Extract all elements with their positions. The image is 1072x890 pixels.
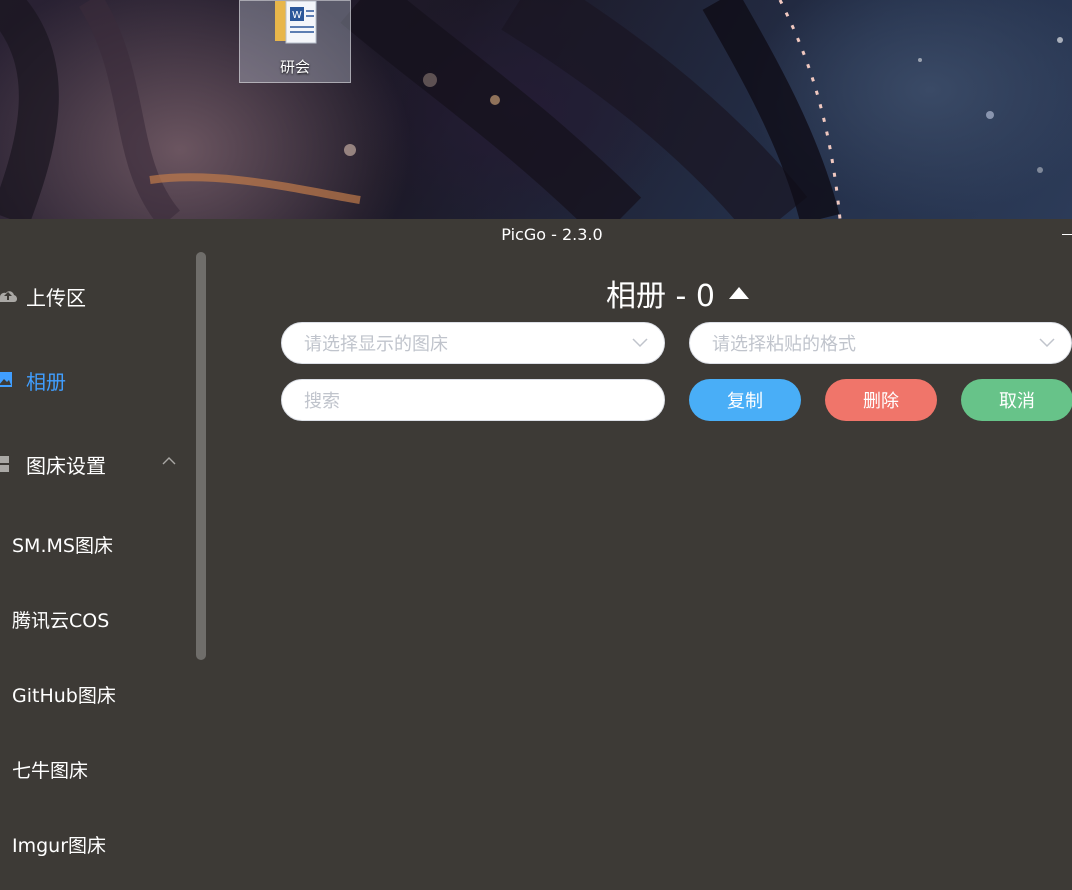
sidebar-item-gallery[interactable]: 相册 [0, 365, 66, 395]
desktop-wallpaper: W 研会 [0, 0, 1072, 219]
gallery-title-text: 相册 - 0 [606, 279, 715, 314]
copy-button[interactable]: 复制 [689, 379, 801, 421]
gallery-panel: 相册 - 0 请选择显示的图床 请选择粘贴的格式 搜索 复制 删除 取消 [210, 251, 1072, 890]
cloud-upload-icon [0, 284, 24, 308]
format-select-placeholder: 请选择粘贴的格式 [712, 334, 856, 355]
sidebar-subitem-imgur[interactable]: Imgur图床 [12, 831, 106, 858]
image-icon [0, 368, 24, 392]
sidebar-item-bed-settings[interactable]: 图床设置 [0, 449, 106, 479]
search-input[interactable]: 搜索 [281, 379, 665, 421]
sidebar-item-upload[interactable]: 上传区 [0, 281, 86, 311]
desktop-file-icon[interactable]: W 研会 [239, 0, 351, 83]
grid-icon [0, 452, 24, 476]
sidebar-subitem-tencent-cos[interactable]: 腾讯云COS [12, 606, 109, 633]
delete-button[interactable]: 删除 [825, 379, 937, 421]
bed-select[interactable]: 请选择显示的图床 [281, 322, 665, 364]
sidebar-subitem-smms[interactable]: SM.MS图床 [12, 531, 113, 558]
chevron-down-icon [632, 338, 648, 348]
chevron-up-icon[interactable] [162, 454, 176, 468]
gallery-title[interactable]: 相册 - 0 [606, 271, 749, 315]
picgo-window: PicGo - 2.3.0 上传区 相册 图床设置 SM.MS图床 腾讯云COS… [0, 219, 1072, 890]
sidebar-subitem-github[interactable]: GitHub图床 [12, 681, 116, 708]
window-title: PicGo - 2.3.0 [501, 225, 603, 244]
format-select[interactable]: 请选择粘贴的格式 [689, 322, 1072, 364]
wallpaper-art [0, 0, 1063, 219]
bed-select-placeholder: 请选择显示的图床 [304, 334, 448, 355]
chevron-down-icon [1039, 338, 1055, 348]
sidebar-scrollbar[interactable] [196, 252, 206, 660]
caret-up-icon [728, 287, 749, 299]
search-placeholder: 搜索 [304, 391, 340, 412]
minimize-button[interactable] [1060, 225, 1072, 245]
sidebar-item-label: 图床设置 [26, 453, 106, 478]
svg-text:W: W [292, 10, 302, 21]
word-document-icon: W [275, 1, 317, 44]
sidebar-subitem-qiniu[interactable]: 七牛图床 [12, 756, 88, 783]
cancel-button[interactable]: 取消 [961, 379, 1072, 421]
title-bar[interactable]: PicGo - 2.3.0 [0, 219, 1072, 251]
sidebar-item-label: 上传区 [26, 285, 86, 310]
sidebar-item-label: 相册 [26, 369, 66, 394]
sidebar: 上传区 相册 图床设置 SM.MS图床 腾讯云COS GitHub图床 七牛图床… [0, 251, 210, 890]
desktop-file-label: 研会 [279, 58, 310, 76]
